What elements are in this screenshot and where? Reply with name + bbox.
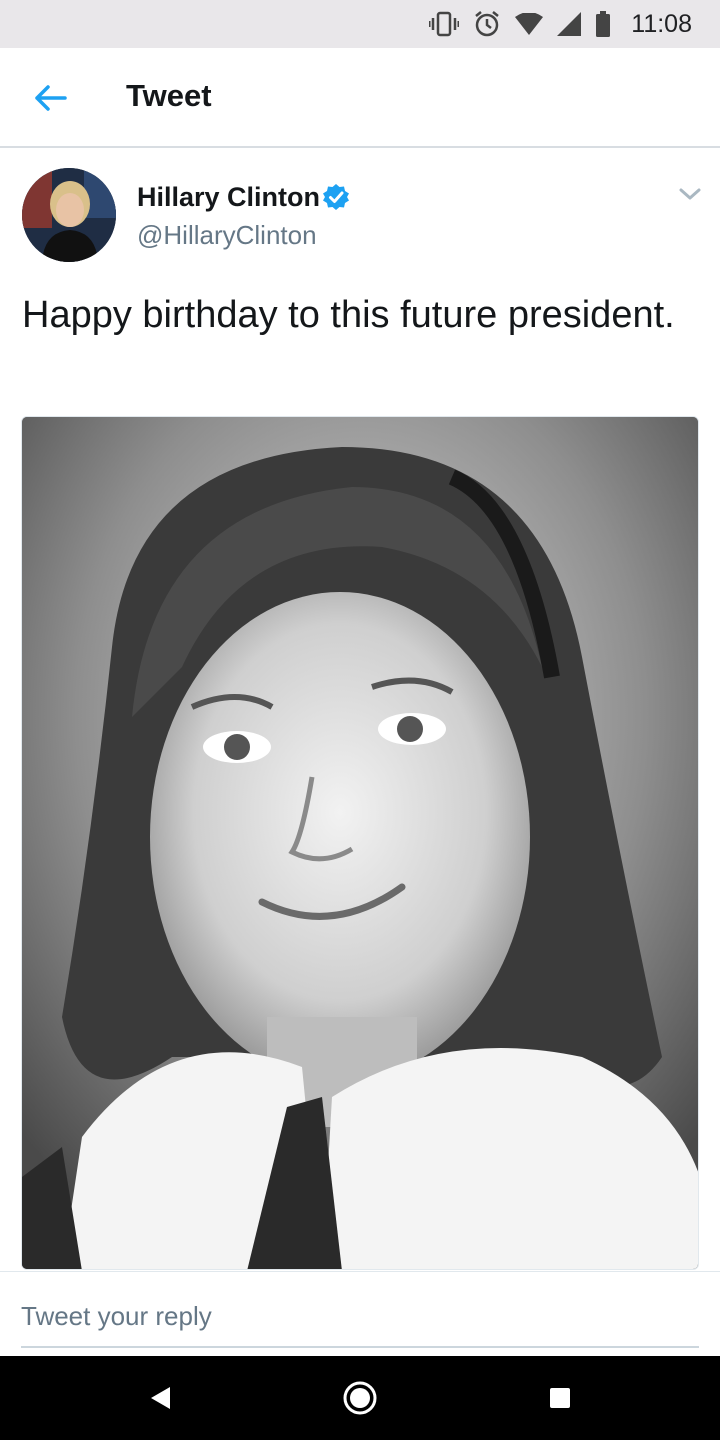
reply-bar — [0, 1271, 720, 1356]
signal-icon — [557, 12, 582, 36]
avatar[interactable] — [22, 168, 116, 262]
status-bar: 11:08 — [0, 0, 720, 48]
chevron-down-icon[interactable] — [676, 182, 704, 206]
vibrate-icon — [429, 11, 460, 37]
author-handle[interactable]: @HillaryClinton — [137, 220, 317, 251]
tweet-text: Happy birthday to this future president. — [22, 294, 675, 336]
page-title: Tweet — [126, 78, 212, 113]
app-bar: Tweet — [0, 48, 720, 148]
home-circle-icon[interactable] — [340, 1378, 380, 1418]
reply-input[interactable] — [21, 1286, 699, 1348]
back-triangle-icon[interactable] — [140, 1378, 180, 1418]
wifi-icon — [515, 13, 544, 35]
back-button[interactable] — [30, 78, 70, 118]
recents-square-icon[interactable] — [540, 1378, 580, 1418]
author-name[interactable]: Hillary Clinton — [137, 182, 320, 213]
status-time: 11:08 — [631, 9, 692, 38]
arrow-left-icon — [35, 85, 67, 111]
verified-badge-icon — [322, 183, 350, 211]
battery-icon — [595, 11, 611, 37]
system-nav-bar — [0, 1356, 720, 1440]
alarm-icon — [473, 10, 501, 38]
tweet-photo[interactable] — [21, 416, 699, 1270]
